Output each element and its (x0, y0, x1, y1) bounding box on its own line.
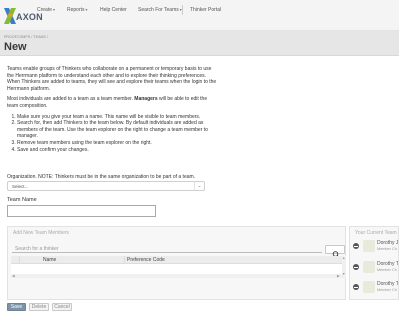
member-name: Dorothy T (377, 261, 399, 267)
step-item: Search for, then add Thinkers to the tea… (17, 120, 217, 140)
nav-divider (182, 5, 183, 15)
nav-search-for-teams[interactable]: Search For Teams▾ (138, 7, 182, 13)
managers-paragraph: Most individuals are added to a team as … (7, 96, 217, 109)
member-role[interactable]: Member Ch (377, 247, 397, 251)
scroll-right-icon[interactable]: ▶ (337, 274, 340, 278)
nav-create[interactable]: Create▾ (37, 7, 55, 13)
chevron-down-icon: ▾ (85, 7, 88, 12)
team-name-input[interactable] (7, 205, 156, 217)
save-button[interactable]: Save (7, 303, 26, 311)
column-header-preference-code[interactable]: Preference Code (127, 257, 165, 263)
horizontal-scrollbar[interactable]: ◀ ▶ (11, 274, 342, 278)
add-members-title: Add New Team Members (13, 230, 70, 236)
current-team-title: Your Current Team (355, 230, 397, 236)
managers-text-before: Most individuals are added to a team as … (7, 96, 135, 103)
search-button[interactable] (325, 245, 345, 258)
vertical-scrollbar[interactable]: ▲ ▼ (342, 256, 346, 278)
cancel-button[interactable]: Cancel (52, 303, 72, 311)
nav-reports[interactable]: Reports▾ (67, 7, 88, 13)
results-grid-header: Name Preference Code (11, 256, 342, 264)
add-members-panel: Add New Team Members Search for a thinke… (7, 226, 346, 300)
organization-select[interactable]: Select... ⌄ (7, 181, 205, 191)
remove-member-icon[interactable] (353, 264, 359, 270)
scroll-left-icon[interactable]: ◀ (12, 274, 15, 278)
column-divider (124, 256, 125, 264)
nav-thinker-portal[interactable]: Thinker Portal (190, 7, 221, 13)
top-navigation-bar: AXON Create▾ Reports▾ Help Center Search… (0, 0, 399, 31)
column-divider (19, 256, 20, 264)
intro-text: Teams enable groups of Thinkers who coll… (7, 66, 217, 157)
member-name: Dorothy J (377, 240, 399, 246)
nav-help-center-label: Help Center (100, 7, 127, 13)
thinker-search-placeholder: Search for a thinker (15, 246, 59, 252)
step-item: Make sure you give your team a name. Thi… (17, 114, 217, 121)
instruction-steps: Make sure you give your team a name. Thi… (7, 114, 217, 154)
axon-logo-icon (4, 8, 16, 24)
member-role[interactable]: Member Ch (377, 288, 397, 292)
nav-thinker-portal-label: Thinker Portal (190, 7, 222, 13)
member-name: Dorothy T (377, 281, 399, 287)
team-member-item[interactable]: Dorothy J Member Ch (350, 239, 399, 255)
team-member-item[interactable]: Dorothy T Member Ch (350, 260, 399, 276)
member-role[interactable]: Member Ch (377, 268, 397, 272)
avatar (363, 281, 375, 293)
thinker-search-field[interactable]: Search for a thinker (12, 244, 322, 253)
chevron-down-icon: ▾ (53, 7, 56, 12)
step-item: Remove team members using the team explo… (17, 140, 217, 147)
team-name-label: Team Name (7, 197, 37, 203)
step-item: Save and confirm your changes. (17, 147, 217, 154)
nav-reports-label: Reports (67, 7, 85, 13)
results-grid-body (11, 264, 342, 274)
nav-search-for-teams-label: Search For Teams (138, 7, 179, 13)
breadcrumb[interactable]: PROOFCOMPS / TEAMS / (4, 35, 48, 39)
nav-help-center[interactable]: Help Center (100, 7, 127, 13)
organization-label: Organization. NOTE: Thinkers must be in … (7, 174, 196, 180)
organization-select-value: Select... (12, 184, 29, 189)
page-header: PROOFCOMPS / TEAMS / New (0, 31, 399, 56)
column-header-name[interactable]: Name (43, 257, 56, 263)
team-member-item[interactable]: Dorothy T Member Ch (350, 280, 399, 296)
remove-member-icon[interactable] (353, 243, 359, 249)
logo-text: AXON (16, 12, 43, 22)
avatar (363, 261, 375, 273)
remove-member-icon[interactable] (353, 284, 359, 290)
chevron-down-icon[interactable]: ⌄ (194, 182, 204, 190)
avatar (363, 240, 375, 252)
managers-bold: Managers (134, 96, 158, 103)
current-team-panel: Your Current Team Dorothy J Member Ch Do… (349, 226, 399, 300)
axon-logo[interactable]: AXON (4, 6, 43, 26)
scroll-up-icon[interactable]: ▲ (342, 256, 345, 260)
intro-paragraph: Teams enable groups of Thinkers who coll… (7, 66, 217, 92)
delete-button[interactable]: Delete (29, 303, 49, 311)
scroll-down-icon[interactable]: ▼ (342, 272, 345, 276)
nav-create-label: Create (37, 7, 53, 13)
page-title: New (4, 41, 27, 53)
